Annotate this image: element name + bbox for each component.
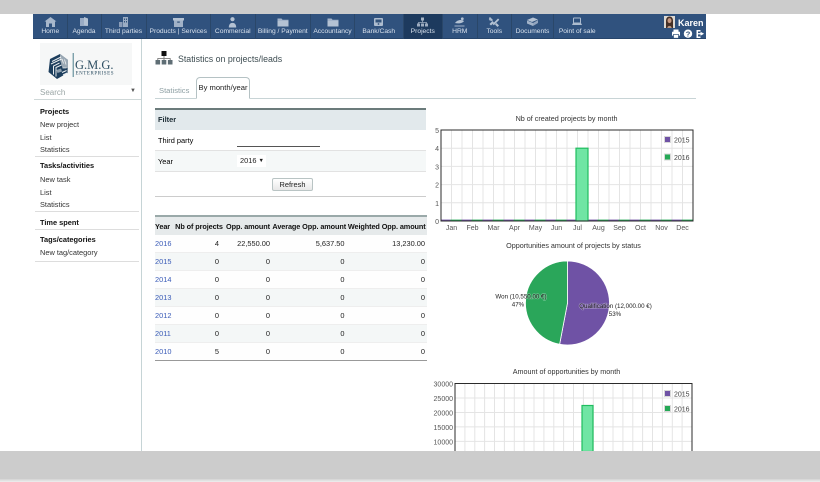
svg-text:53%: 53% bbox=[609, 311, 622, 318]
svg-text:ENTERPRISES: ENTERPRISES bbox=[76, 72, 115, 77]
svg-text:Nov: Nov bbox=[655, 225, 668, 232]
svg-text:Jul: Jul bbox=[573, 225, 582, 232]
svg-text:4: 4 bbox=[435, 146, 439, 153]
svg-text:20000: 20000 bbox=[434, 410, 454, 417]
svg-text:Mar: Mar bbox=[487, 225, 500, 232]
svg-text:Jan: Jan bbox=[446, 225, 457, 232]
svg-text:2015: 2015 bbox=[674, 392, 690, 399]
svg-text:Sep: Sep bbox=[613, 225, 626, 232]
svg-text:2: 2 bbox=[435, 183, 439, 190]
svg-text:1: 1 bbox=[435, 201, 439, 208]
svg-text:3: 3 bbox=[435, 164, 439, 171]
svg-text:2016: 2016 bbox=[674, 155, 690, 162]
svg-text:10000: 10000 bbox=[434, 439, 454, 446]
svg-text:47%: 47% bbox=[512, 302, 525, 309]
svg-text:0: 0 bbox=[435, 219, 439, 226]
svg-text:2015: 2015 bbox=[674, 138, 690, 145]
svg-text:2016: 2016 bbox=[674, 407, 690, 414]
svg-text:May: May bbox=[529, 225, 543, 232]
svg-text:15000: 15000 bbox=[434, 425, 454, 432]
svg-text:25000: 25000 bbox=[434, 396, 454, 403]
svg-text:Apr: Apr bbox=[509, 225, 521, 232]
svg-text:5: 5 bbox=[435, 128, 439, 135]
svg-text:Dec: Dec bbox=[676, 225, 689, 232]
svg-text:30000: 30000 bbox=[434, 382, 454, 389]
svg-text:Feb: Feb bbox=[466, 225, 478, 232]
svg-text:Won (10,550.00 €): Won (10,550.00 €) bbox=[495, 294, 546, 301]
svg-text:Qualification (12,000.00 €): Qualification (12,000.00 €) bbox=[579, 303, 652, 310]
svg-text:Oct: Oct bbox=[635, 225, 646, 232]
svg-text:Jun: Jun bbox=[551, 225, 562, 232]
svg-text:?: ? bbox=[686, 30, 691, 39]
svg-text:G.M.G.: G.M.G. bbox=[75, 58, 114, 72]
svg-text:Aug: Aug bbox=[592, 225, 605, 232]
